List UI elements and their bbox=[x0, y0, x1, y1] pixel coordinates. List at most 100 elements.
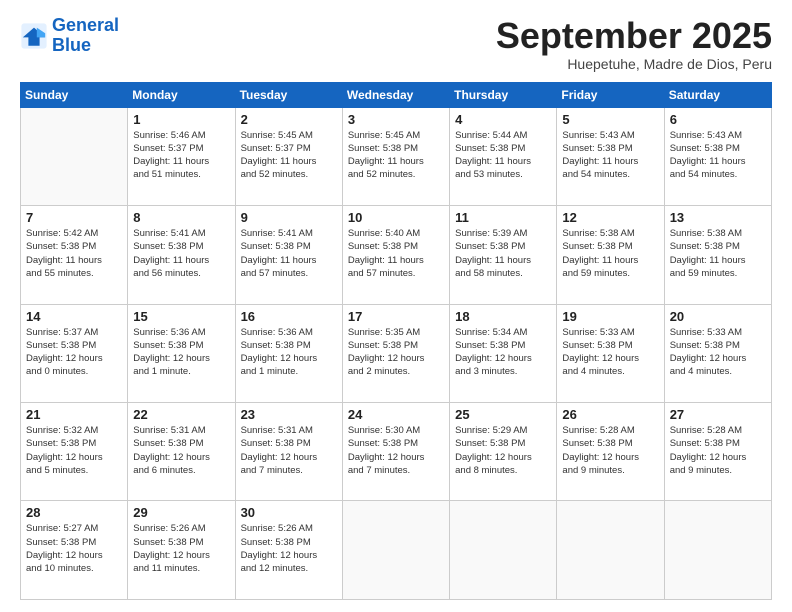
day-info: Sunrise: 5:40 AM Sunset: 5:38 PM Dayligh… bbox=[348, 227, 444, 280]
table-row: 23 Sunrise: 5:31 AM Sunset: 5:38 PM Dayli… bbox=[235, 403, 342, 501]
calendar-week-row: 1Sunrise: 5:46 AM Sunset: 5:37 PM Daylig… bbox=[21, 107, 772, 205]
table-row: 30 Sunrise: 5:26 AM Sunset: 5:38 PM Dayli… bbox=[235, 501, 342, 600]
table-row: 3Sunrise: 5:45 AM Sunset: 5:38 PM Daylig… bbox=[342, 107, 449, 205]
calendar-week-row: 28 Sunrise: 5:27 AM Sunset: 5:38 PM Dayli… bbox=[21, 501, 772, 600]
day-number: 29 bbox=[133, 505, 229, 520]
table-row: 24Sunrise: 5:30 AM Sunset: 5:38 PM Dayli… bbox=[342, 403, 449, 501]
header-saturday: Saturday bbox=[664, 82, 771, 107]
table-row: 17 Sunrise: 5:35 AM Sunset: 5:38 PM Dayli… bbox=[342, 304, 449, 402]
table-row: 12Sunrise: 5:38 AM Sunset: 5:38 PM Dayli… bbox=[557, 206, 664, 304]
day-info: Sunrise: 5:31 AM Sunset: 5:38 PM Dayligh… bbox=[241, 424, 337, 477]
day-number: 9 bbox=[241, 210, 337, 225]
table-row: 29 Sunrise: 5:26 AM Sunset: 5:38 PM Dayli… bbox=[128, 501, 235, 600]
day-number: 12 bbox=[562, 210, 658, 225]
day-info: Sunrise: 5:44 AM Sunset: 5:38 PM Dayligh… bbox=[455, 129, 551, 182]
day-number: 2 bbox=[241, 112, 337, 127]
table-row bbox=[557, 501, 664, 600]
day-number: 19 bbox=[562, 309, 658, 324]
table-row: 26 Sunrise: 5:28 AM Sunset: 5:38 PM Dayli… bbox=[557, 403, 664, 501]
day-number: 30 bbox=[241, 505, 337, 520]
day-info: Sunrise: 5:42 AM Sunset: 5:38 PM Dayligh… bbox=[26, 227, 122, 280]
table-row: 20 Sunrise: 5:33 AM Sunset: 5:38 PM Dayli… bbox=[664, 304, 771, 402]
day-info: Sunrise: 5:35 AM Sunset: 5:38 PM Dayligh… bbox=[348, 326, 444, 379]
table-row: 25Sunrise: 5:29 AM Sunset: 5:38 PM Dayli… bbox=[450, 403, 557, 501]
day-info: Sunrise: 5:45 AM Sunset: 5:37 PM Dayligh… bbox=[241, 129, 337, 182]
day-number: 10 bbox=[348, 210, 444, 225]
day-number: 1 bbox=[133, 112, 229, 127]
day-info: Sunrise: 5:27 AM Sunset: 5:38 PM Dayligh… bbox=[26, 522, 122, 575]
table-row: 8 Sunrise: 5:41 AM Sunset: 5:38 PM Daylig… bbox=[128, 206, 235, 304]
logo-icon bbox=[20, 22, 48, 50]
table-row: 9 Sunrise: 5:41 AM Sunset: 5:38 PM Daylig… bbox=[235, 206, 342, 304]
day-info: Sunrise: 5:32 AM Sunset: 5:38 PM Dayligh… bbox=[26, 424, 122, 477]
day-number: 27 bbox=[670, 407, 766, 422]
table-row: 11 Sunrise: 5:39 AM Sunset: 5:38 PM Dayli… bbox=[450, 206, 557, 304]
calendar-week-row: 14 Sunrise: 5:37 AM Sunset: 5:38 PM Dayli… bbox=[21, 304, 772, 402]
table-row: 4 Sunrise: 5:44 AM Sunset: 5:38 PM Daylig… bbox=[450, 107, 557, 205]
table-row: 14 Sunrise: 5:37 AM Sunset: 5:38 PM Dayli… bbox=[21, 304, 128, 402]
day-info: Sunrise: 5:43 AM Sunset: 5:38 PM Dayligh… bbox=[562, 129, 658, 182]
day-number: 28 bbox=[26, 505, 122, 520]
table-row bbox=[342, 501, 449, 600]
day-number: 4 bbox=[455, 112, 551, 127]
table-row: 28 Sunrise: 5:27 AM Sunset: 5:38 PM Dayli… bbox=[21, 501, 128, 600]
table-row: 5 Sunrise: 5:43 AM Sunset: 5:38 PM Daylig… bbox=[557, 107, 664, 205]
day-number: 26 bbox=[562, 407, 658, 422]
day-number: 21 bbox=[26, 407, 122, 422]
table-row: 13 Sunrise: 5:38 AM Sunset: 5:38 PM Dayli… bbox=[664, 206, 771, 304]
day-info: Sunrise: 5:31 AM Sunset: 5:38 PM Dayligh… bbox=[133, 424, 229, 477]
day-info: Sunrise: 5:37 AM Sunset: 5:38 PM Dayligh… bbox=[26, 326, 122, 379]
calendar-week-row: 7 Sunrise: 5:42 AM Sunset: 5:38 PM Daylig… bbox=[21, 206, 772, 304]
day-number: 16 bbox=[241, 309, 337, 324]
day-number: 5 bbox=[562, 112, 658, 127]
table-row: 27 Sunrise: 5:28 AM Sunset: 5:38 PM Dayli… bbox=[664, 403, 771, 501]
day-info: Sunrise: 5:36 AM Sunset: 5:38 PM Dayligh… bbox=[241, 326, 337, 379]
table-row bbox=[664, 501, 771, 600]
day-info: Sunrise: 5:33 AM Sunset: 5:38 PM Dayligh… bbox=[670, 326, 766, 379]
logo: General Blue bbox=[20, 16, 119, 56]
table-row bbox=[450, 501, 557, 600]
day-number: 20 bbox=[670, 309, 766, 324]
day-number: 22 bbox=[133, 407, 229, 422]
day-number: 8 bbox=[133, 210, 229, 225]
day-number: 13 bbox=[670, 210, 766, 225]
day-info: Sunrise: 5:26 AM Sunset: 5:38 PM Dayligh… bbox=[133, 522, 229, 575]
month-title: September 2025 bbox=[496, 16, 772, 56]
day-info: Sunrise: 5:34 AM Sunset: 5:38 PM Dayligh… bbox=[455, 326, 551, 379]
day-info: Sunrise: 5:41 AM Sunset: 5:38 PM Dayligh… bbox=[133, 227, 229, 280]
header-thursday: Thursday bbox=[450, 82, 557, 107]
day-number: 7 bbox=[26, 210, 122, 225]
header-sunday: Sunday bbox=[21, 82, 128, 107]
day-number: 14 bbox=[26, 309, 122, 324]
day-number: 6 bbox=[670, 112, 766, 127]
day-info: Sunrise: 5:28 AM Sunset: 5:38 PM Dayligh… bbox=[670, 424, 766, 477]
table-row: 19Sunrise: 5:33 AM Sunset: 5:38 PM Dayli… bbox=[557, 304, 664, 402]
logo-text: General Blue bbox=[52, 16, 119, 56]
table-row: 21 Sunrise: 5:32 AM Sunset: 5:38 PM Dayli… bbox=[21, 403, 128, 501]
day-number: 23 bbox=[241, 407, 337, 422]
calendar-week-row: 21 Sunrise: 5:32 AM Sunset: 5:38 PM Dayli… bbox=[21, 403, 772, 501]
day-info: Sunrise: 5:38 AM Sunset: 5:38 PM Dayligh… bbox=[670, 227, 766, 280]
table-row: 1Sunrise: 5:46 AM Sunset: 5:37 PM Daylig… bbox=[128, 107, 235, 205]
table-row bbox=[21, 107, 128, 205]
header-friday: Friday bbox=[557, 82, 664, 107]
page: General Blue September 2025 Huepetuhe, M… bbox=[0, 0, 792, 612]
day-info: Sunrise: 5:36 AM Sunset: 5:38 PM Dayligh… bbox=[133, 326, 229, 379]
table-row: 22 Sunrise: 5:31 AM Sunset: 5:38 PM Dayli… bbox=[128, 403, 235, 501]
day-info: Sunrise: 5:28 AM Sunset: 5:38 PM Dayligh… bbox=[562, 424, 658, 477]
day-info: Sunrise: 5:29 AM Sunset: 5:38 PM Dayligh… bbox=[455, 424, 551, 477]
day-info: Sunrise: 5:43 AM Sunset: 5:38 PM Dayligh… bbox=[670, 129, 766, 182]
day-info: Sunrise: 5:26 AM Sunset: 5:38 PM Dayligh… bbox=[241, 522, 337, 575]
day-info: Sunrise: 5:41 AM Sunset: 5:38 PM Dayligh… bbox=[241, 227, 337, 280]
header: General Blue September 2025 Huepetuhe, M… bbox=[20, 16, 772, 72]
table-row: 16 Sunrise: 5:36 AM Sunset: 5:38 PM Dayli… bbox=[235, 304, 342, 402]
table-row: 2 Sunrise: 5:45 AM Sunset: 5:37 PM Daylig… bbox=[235, 107, 342, 205]
header-monday: Monday bbox=[128, 82, 235, 107]
day-number: 18 bbox=[455, 309, 551, 324]
table-row: 18 Sunrise: 5:34 AM Sunset: 5:38 PM Dayli… bbox=[450, 304, 557, 402]
title-block: September 2025 Huepetuhe, Madre de Dios,… bbox=[496, 16, 772, 72]
day-number: 3 bbox=[348, 112, 444, 127]
day-number: 17 bbox=[348, 309, 444, 324]
day-number: 11 bbox=[455, 210, 551, 225]
day-info: Sunrise: 5:39 AM Sunset: 5:38 PM Dayligh… bbox=[455, 227, 551, 280]
